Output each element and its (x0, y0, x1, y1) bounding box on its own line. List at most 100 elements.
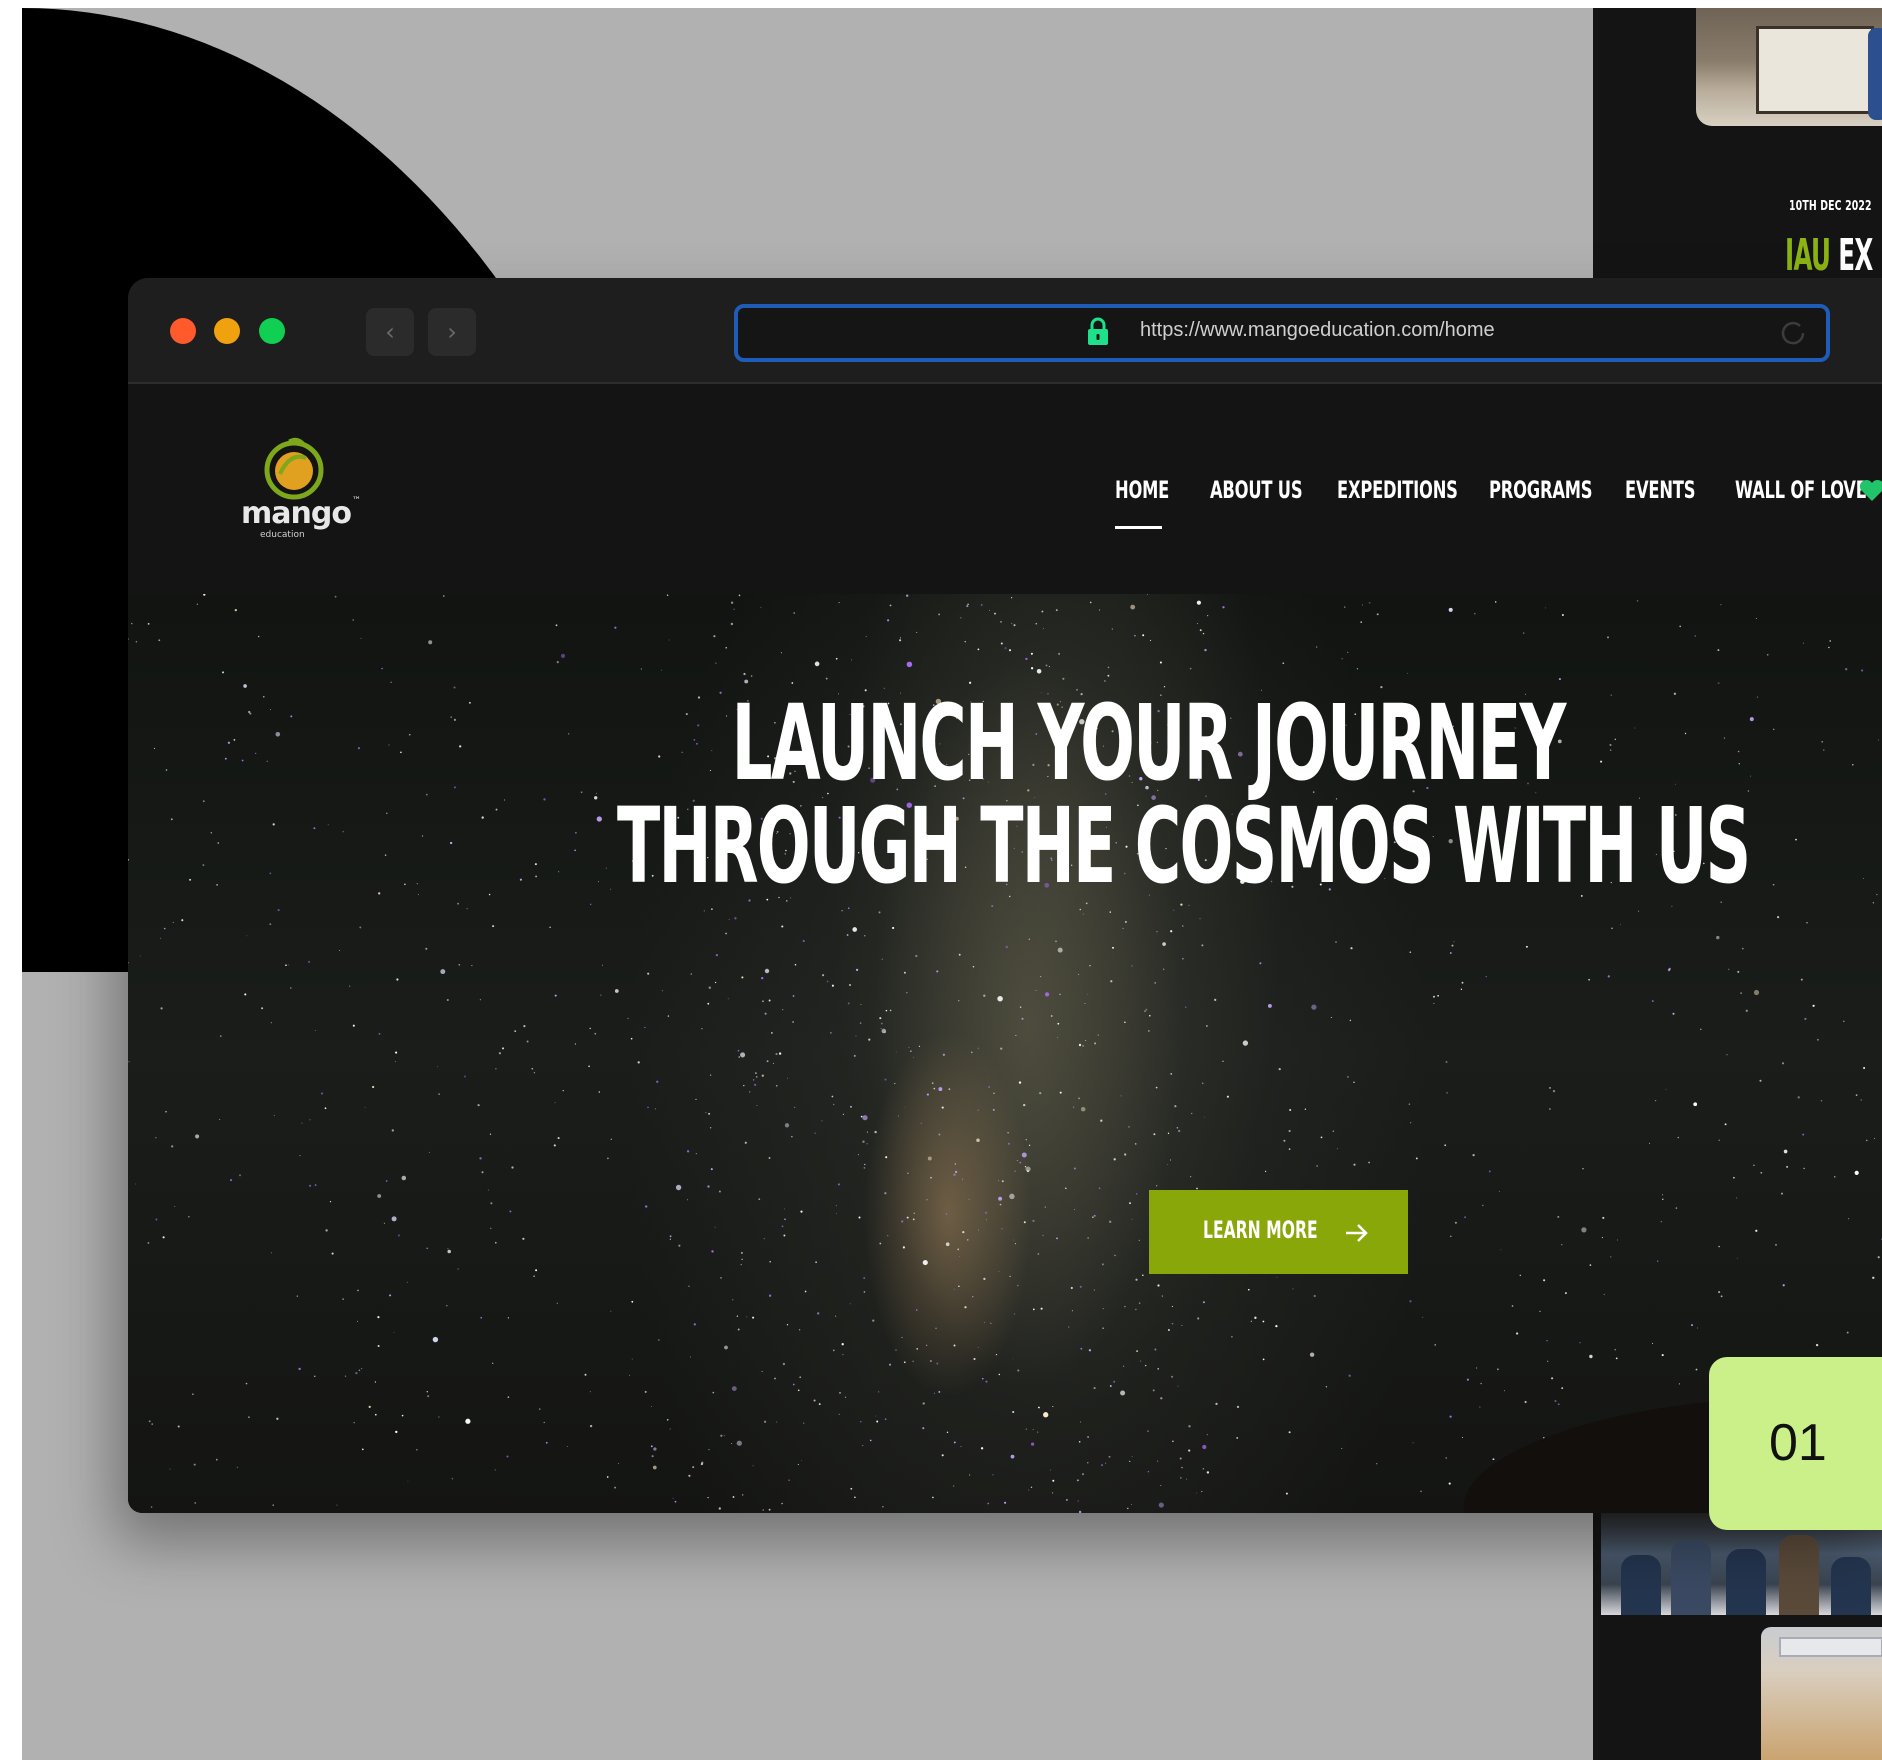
star (647, 972, 650, 975)
star (1292, 1288, 1294, 1290)
star (926, 1093, 929, 1096)
star (1038, 1406, 1040, 1409)
mango-logo-icon[interactable] (262, 434, 326, 500)
star (1615, 1357, 1618, 1360)
star (1042, 627, 1044, 629)
star (862, 1115, 868, 1121)
star (189, 878, 192, 881)
minimize-window-button[interactable] (214, 318, 240, 344)
star (797, 1389, 800, 1392)
star (879, 1242, 882, 1245)
star (666, 1418, 669, 1421)
star (669, 1238, 671, 1240)
star (1056, 1237, 1058, 1240)
hero-headline-line2: THROUGH THE COSMOS WITH US (617, 785, 1751, 907)
logo-tagline: education (260, 530, 305, 540)
back-button[interactable]: ‹ (366, 308, 414, 356)
nav-wall-of-love[interactable]: WALL OF LOVE (1735, 476, 1867, 504)
star (709, 1127, 712, 1129)
star (752, 1465, 754, 1467)
star (498, 1052, 501, 1055)
star (972, 1296, 974, 1298)
star (269, 872, 272, 875)
forward-button[interactable]: › (428, 308, 476, 356)
star (1445, 1457, 1447, 1459)
star (425, 793, 428, 796)
star (523, 1025, 526, 1028)
star (692, 1466, 695, 1469)
star (1201, 1491, 1203, 1493)
star (1519, 1274, 1522, 1277)
star (162, 1236, 165, 1239)
star (1356, 668, 1359, 670)
star (234, 608, 237, 612)
nav-expeditions[interactable]: EXPEDITIONS (1337, 476, 1458, 504)
star (1474, 613, 1476, 615)
star (879, 1017, 882, 1020)
star (707, 1002, 710, 1005)
star (1013, 624, 1016, 627)
star (507, 1396, 510, 1398)
reload-icon[interactable] (1778, 318, 1808, 348)
nav-programs[interactable]: PROGRAMS (1489, 476, 1593, 504)
close-window-button[interactable] (170, 318, 196, 344)
star (1140, 1360, 1142, 1362)
star (783, 1208, 785, 1210)
star (1231, 1335, 1233, 1338)
star (839, 1392, 841, 1394)
star (652, 1465, 657, 1470)
star (801, 1460, 803, 1461)
site-header: mango™ education HOME ABOUT US EXPEDITIO… (128, 384, 1882, 594)
star (1042, 1234, 1044, 1237)
star (1601, 1236, 1603, 1239)
star (553, 1144, 556, 1147)
star (344, 1375, 347, 1377)
star (885, 1156, 888, 1159)
star (336, 1504, 338, 1506)
star (964, 641, 966, 643)
star (1494, 601, 1497, 603)
star (416, 883, 418, 885)
star (1156, 1185, 1158, 1187)
star (957, 1248, 960, 1251)
star (1206, 1471, 1210, 1474)
star (1068, 1326, 1070, 1328)
star (771, 1032, 773, 1034)
star (1549, 1108, 1551, 1110)
star (701, 1028, 703, 1030)
star (1071, 1310, 1073, 1312)
star (389, 1294, 392, 1297)
star (761, 1370, 763, 1372)
address-bar[interactable]: https://www.mangoeducation.com/home (734, 304, 1830, 362)
nav-home[interactable]: HOME (1115, 476, 1169, 504)
star (299, 1155, 301, 1157)
star (967, 603, 969, 606)
star (1464, 1216, 1467, 1219)
nav-about-us[interactable]: ABOUT US (1210, 476, 1303, 504)
star (958, 953, 961, 956)
star (1753, 989, 1760, 996)
star (1561, 1387, 1564, 1389)
star (1182, 958, 1184, 960)
star (842, 1113, 844, 1115)
star (1008, 649, 1012, 652)
star (709, 1074, 712, 1076)
star (1073, 1167, 1076, 1170)
star (1170, 930, 1173, 933)
star (782, 1009, 784, 1011)
star (736, 1440, 742, 1446)
star (155, 1218, 158, 1221)
star (1000, 621, 1002, 623)
star (1059, 993, 1061, 996)
learn-more-button[interactable]: LEARN MORE (1149, 1190, 1408, 1274)
star (668, 639, 670, 641)
maximize-window-button[interactable] (259, 318, 285, 344)
star (1749, 717, 1754, 722)
star (533, 1072, 536, 1074)
nav-events[interactable]: EVENTS (1625, 476, 1695, 504)
star (246, 935, 248, 937)
star (1772, 883, 1775, 886)
star (1101, 1263, 1104, 1266)
star (1041, 610, 1044, 613)
star (1376, 613, 1379, 616)
